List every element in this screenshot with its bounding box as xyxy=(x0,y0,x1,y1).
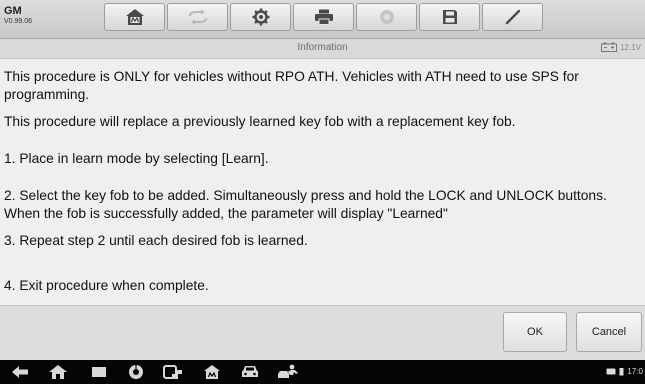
edit-button[interactable] xyxy=(482,3,543,31)
ok-button[interactable]: OK xyxy=(503,312,567,352)
print-button[interactable] xyxy=(293,3,354,31)
vehicle-swap-icon xyxy=(188,9,207,25)
message-paragraph-4: 2. Select the key fob to be added. Simul… xyxy=(4,188,607,221)
mechanic-car-icon[interactable] xyxy=(277,364,301,380)
car-battery-icon xyxy=(601,42,618,52)
top-toolbar: GM V0.99.06 xyxy=(0,0,645,39)
status-clock: 17:0 xyxy=(606,367,643,376)
browser-icon[interactable] xyxy=(127,364,145,380)
home-icon xyxy=(125,9,144,25)
system-navigation-bar: 17:0 xyxy=(0,360,645,384)
home-button[interactable] xyxy=(104,3,165,31)
battery-voltage: 12.1V xyxy=(601,42,641,52)
help-icon xyxy=(379,10,394,24)
help-button[interactable] xyxy=(356,3,417,31)
home-nav-icon[interactable] xyxy=(48,364,68,380)
save-icon xyxy=(442,10,457,24)
vci-connect-icon[interactable] xyxy=(162,364,184,380)
print-icon xyxy=(314,9,333,25)
toolbar-buttons xyxy=(104,3,545,31)
notification-icon xyxy=(606,368,616,374)
message-paragraph-2: This procedure will replace a previously… xyxy=(4,114,516,129)
voltage-value: 12.1V xyxy=(620,42,641,52)
dialog-title: Information xyxy=(297,42,348,53)
settings-gear-icon xyxy=(252,8,269,26)
back-icon[interactable] xyxy=(10,364,30,380)
message-paragraph-3: 1. Place in learn mode by selecting [Lea… xyxy=(4,151,269,166)
dialog-button-row: OK Cancel xyxy=(0,305,645,360)
vehicle-swap-button[interactable] xyxy=(167,3,228,31)
message-paragraph-1: This procedure is ONLY for vehicles with… xyxy=(4,69,579,102)
vehicle-make: GM xyxy=(4,5,22,17)
save-button[interactable] xyxy=(419,3,480,31)
info-bar: Information 12.1V xyxy=(0,39,645,59)
cancel-button[interactable]: Cancel xyxy=(576,312,642,352)
message-area[interactable]: This procedure is ONLY for vehicles with… xyxy=(0,59,645,305)
message-paragraph-6: 4. Exit procedure when complete. xyxy=(4,278,209,293)
software-version: V0.99.06 xyxy=(4,18,33,25)
maxisys-home-icon[interactable] xyxy=(203,364,221,380)
clock-time: 17:0 xyxy=(627,367,643,376)
pen-icon xyxy=(505,9,520,25)
vehicle-icon[interactable] xyxy=(240,364,260,380)
vehicle-brand: GM V0.99.06 xyxy=(4,5,32,27)
recent-apps-icon[interactable] xyxy=(90,364,108,380)
settings-button[interactable] xyxy=(230,3,291,31)
battery-icon xyxy=(619,368,624,376)
message-paragraph-5: 3. Repeat step 2 until each desired fob … xyxy=(4,233,308,248)
